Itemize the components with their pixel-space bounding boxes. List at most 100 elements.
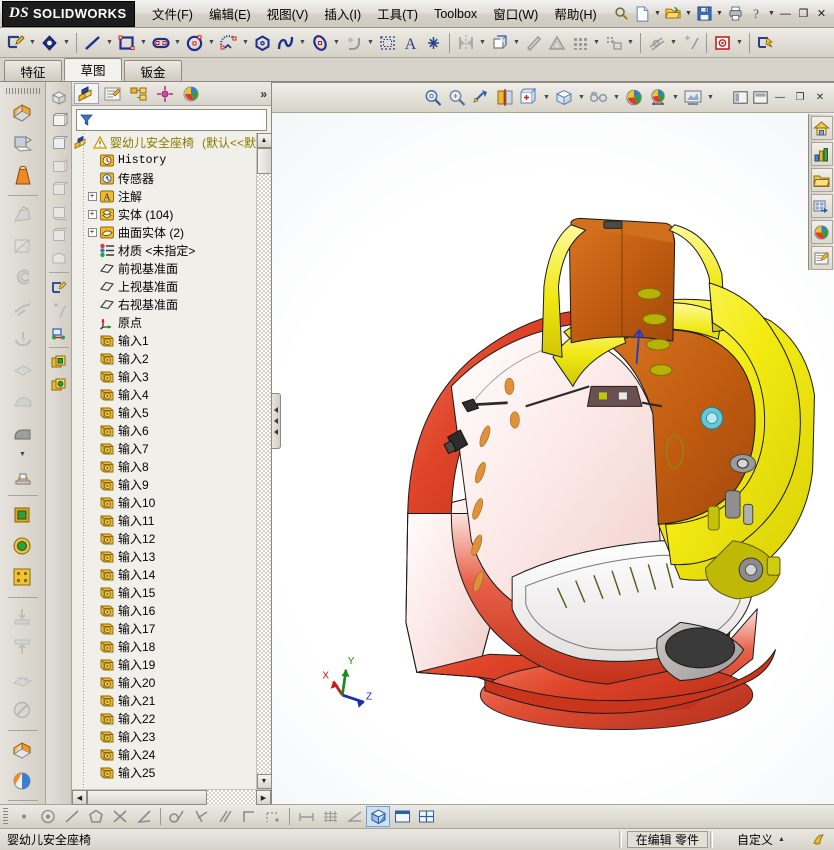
single-view-icon[interactable] xyxy=(390,806,414,827)
swept-boss-icon[interactable] xyxy=(8,160,38,190)
tree-row[interactable]: 输入25 xyxy=(72,763,256,781)
menu-view[interactable]: 视图(V) xyxy=(260,1,316,26)
intersection-relation-icon[interactable] xyxy=(108,806,132,827)
revolved-boss-icon[interactable] xyxy=(8,129,38,159)
dimension-icon[interactable] xyxy=(48,299,70,321)
corner-relation-icon[interactable] xyxy=(237,806,261,827)
close-icon[interactable]: ✕ xyxy=(813,6,830,21)
tree-row[interactable]: 右视基准面 xyxy=(72,295,256,313)
tree-row[interactable]: 输入4 xyxy=(72,385,256,403)
mirror-icon[interactable] xyxy=(454,31,477,55)
previous-view-icon[interactable] xyxy=(469,86,493,110)
hide-show-caret-icon[interactable]: ▼ xyxy=(611,86,622,110)
linear-pattern-icon[interactable] xyxy=(488,31,511,55)
status-units[interactable]: 自定义 ▲ xyxy=(718,831,804,848)
tile-vertically-icon[interactable] xyxy=(750,89,770,107)
add-relation-icon[interactable] xyxy=(645,31,668,55)
perpendicular-relation-icon[interactable] xyxy=(189,806,213,827)
quick-snaps-icon[interactable] xyxy=(711,31,734,55)
grid-icon[interactable] xyxy=(568,31,591,55)
solidworks-resources-icon[interactable] xyxy=(810,116,833,140)
tree-row[interactable]: 输入9 xyxy=(72,475,256,493)
tree-row[interactable]: 输入14 xyxy=(72,565,256,583)
back-view-icon[interactable] xyxy=(48,132,70,154)
search-icon[interactable] xyxy=(611,3,631,24)
restore-window-icon[interactable]: ❐ xyxy=(790,89,810,107)
parallel-relation-icon[interactable] xyxy=(213,806,237,827)
hole-wizard-icon[interactable] xyxy=(8,293,38,323)
tree-expand-toggle[interactable]: + xyxy=(86,187,98,205)
file-explorer-icon[interactable] xyxy=(810,168,833,192)
menu-file[interactable]: 文件(F) xyxy=(145,1,200,26)
grid-caret-icon[interactable]: ▼ xyxy=(591,31,602,55)
dimxpert-manager-tab[interactable] xyxy=(152,83,177,104)
tree-row[interactable]: 输入23 xyxy=(72,727,256,745)
tree-row[interactable]: 输入6 xyxy=(72,421,256,439)
open-document-icon[interactable] xyxy=(663,3,683,24)
tree-row[interactable]: 输入1 xyxy=(72,331,256,349)
help-caret-icon[interactable]: ▼ xyxy=(767,3,776,24)
appearances-scenes-icon[interactable] xyxy=(810,220,833,244)
repair-sketch-icon[interactable] xyxy=(679,31,702,55)
minimize-icon[interactable]: — xyxy=(777,6,794,21)
tree-horizontal-scrollbar[interactable]: ◀ ▶ xyxy=(72,789,271,805)
spline-caret-icon[interactable]: ▼ xyxy=(297,31,308,55)
fillet-feature-caret-icon[interactable]: ▼ xyxy=(10,450,36,460)
scroll-down-button[interactable]: ▼ xyxy=(256,774,271,789)
custom-properties-icon[interactable] xyxy=(810,246,833,270)
apply-scene-icon[interactable] xyxy=(646,86,670,110)
view-settings-caret-icon[interactable]: ▼ xyxy=(705,86,716,110)
print-icon[interactable] xyxy=(725,3,745,24)
zoom-to-area-icon[interactable] xyxy=(445,86,469,110)
concentric-relation-icon[interactable] xyxy=(36,806,60,827)
scroll-right-button[interactable]: ▶ xyxy=(256,790,271,805)
fillet-icon[interactable] xyxy=(342,31,365,55)
save-icon[interactable] xyxy=(694,3,714,24)
hscroll-thumb[interactable] xyxy=(87,790,207,805)
boundary-boss-icon[interactable] xyxy=(8,231,38,261)
point-icon[interactable] xyxy=(422,31,445,55)
rapid-sketch-icon[interactable] xyxy=(754,31,777,55)
right-view-icon[interactable] xyxy=(48,178,70,200)
scroll-up-button[interactable]: ▲ xyxy=(256,133,271,148)
rectangle-icon[interactable] xyxy=(115,31,138,55)
edit-appearance-icon[interactable] xyxy=(622,86,646,110)
view-orientation-caret-icon[interactable]: ▼ xyxy=(541,86,552,110)
tree-row[interactable]: + 曲面实体 (2) xyxy=(72,223,256,241)
tree-row[interactable]: 输入2 xyxy=(72,349,256,367)
tree-row[interactable]: 材质 <未指定> xyxy=(72,241,256,259)
normal-to-icon[interactable] xyxy=(48,247,70,269)
tree-row[interactable]: 输入5 xyxy=(72,403,256,421)
no-fill-icon[interactable] xyxy=(8,695,38,725)
help-icon[interactable]: ? xyxy=(746,3,766,24)
linear-pattern-feature-icon[interactable] xyxy=(8,500,38,530)
tree-row[interactable]: 输入3 xyxy=(72,367,256,385)
ellipse-icon[interactable] xyxy=(308,31,331,55)
tree-row[interactable]: 上视基准面 xyxy=(72,277,256,295)
new-document-caret-icon[interactable]: ▼ xyxy=(653,3,662,24)
apply-scene-caret-icon[interactable]: ▼ xyxy=(670,86,681,110)
front-view-icon[interactable] xyxy=(48,109,70,131)
mirror-feature-icon[interactable] xyxy=(8,531,38,561)
polygon-relation-icon[interactable] xyxy=(84,806,108,827)
plus-icon[interactable]: + xyxy=(87,191,97,201)
lofted-cut-icon[interactable] xyxy=(8,387,38,417)
relation-icon[interactable] xyxy=(48,322,70,344)
tree-row[interactable]: 输入16 xyxy=(72,601,256,619)
tree-row[interactable]: 输入10 xyxy=(72,493,256,511)
tree-row[interactable]: 传感器 xyxy=(72,169,256,187)
rib-icon[interactable] xyxy=(8,461,38,491)
sketch-caret-icon[interactable]: ▼ xyxy=(27,31,38,55)
tree-row[interactable]: 原点 xyxy=(72,313,256,331)
new-document-icon[interactable] xyxy=(632,3,652,24)
rectangle-caret-icon[interactable]: ▼ xyxy=(138,31,149,55)
minimize-window-icon[interactable]: — xyxy=(770,89,790,107)
feature-tree[interactable]: 婴幼儿安全座椅 (默认<<默 History 传感器 + A 注解 + 实体 (104) + 曲… xyxy=(72,133,256,789)
menu-edit[interactable]: 编辑(E) xyxy=(202,1,258,26)
view-palette-icon[interactable] xyxy=(810,194,833,218)
tree-row[interactable]: 输入21 xyxy=(72,691,256,709)
tree-row[interactable]: 输入22 xyxy=(72,709,256,727)
tree-expand-toggle[interactable]: + xyxy=(86,223,98,241)
extruded-boss-icon[interactable] xyxy=(8,98,38,128)
lofted-boss-icon[interactable] xyxy=(8,200,38,230)
